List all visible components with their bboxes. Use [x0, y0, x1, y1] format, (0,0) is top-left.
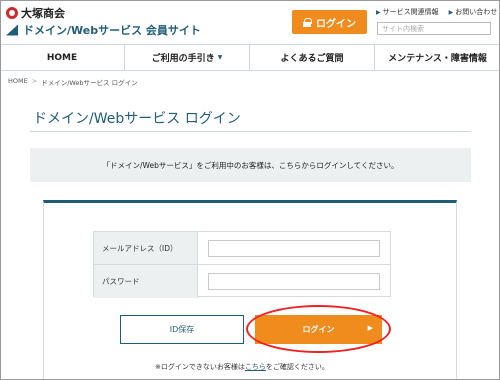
- nav-item-guide[interactable]: ご利用の手引き ▼: [125, 45, 250, 70]
- global-nav: HOME ご利用の手引き ▼ よくあるご質問 メンテナンス・障害情報: [0, 44, 500, 71]
- site-title: ドメイン/Webサービス 会員サイト: [23, 24, 201, 37]
- nav-item-faq[interactable]: よくあるご質問: [250, 45, 375, 70]
- breadcrumb-home[interactable]: HOME: [8, 77, 28, 87]
- header-login-label: ログイン: [316, 18, 356, 30]
- help-prefix: ※ログインできないお客様は: [155, 363, 245, 371]
- id-save-button[interactable]: ID保存: [120, 315, 244, 344]
- top-link-service-info[interactable]: ▶ サービス関連情報: [376, 7, 439, 17]
- breadcrumb: HOME > ドメイン/Webサービス ログイン: [8, 77, 138, 87]
- top-link-label: サービス関連情報: [382, 8, 439, 16]
- help-text: ※ログインできないお客様はこちらをご確認ください。: [155, 362, 329, 372]
- nav-label: よくあるご質問: [280, 54, 344, 64]
- login-notice: 「ドメイン/Webサービス」をご利用中のお客様は、こちらからログインしてください…: [30, 148, 471, 182]
- brand[interactable]: 大塚商会: [6, 5, 65, 21]
- help-link[interactable]: こちら: [245, 363, 266, 371]
- nav-label: ご利用の手引き: [151, 54, 215, 64]
- page-title: ドメイン/Webサービス ログイン: [33, 111, 241, 127]
- email-field[interactable]: [208, 239, 380, 257]
- arrow-right-icon: ▶: [448, 9, 454, 16]
- email-row: メールアドレス（ID）: [94, 232, 390, 265]
- top-links: ▶ サービス関連情報 ▶ お問い合わせ: [376, 7, 497, 17]
- company-logo-icon: [6, 7, 18, 19]
- login-form: メールアドレス（ID） パスワード: [93, 231, 391, 298]
- breadcrumb-separator: >: [31, 77, 38, 85]
- password-field[interactable]: [208, 273, 380, 290]
- nav-item-home[interactable]: HOME: [0, 45, 125, 70]
- password-label: パスワード: [94, 265, 198, 298]
- brand-name: 大塚商会: [21, 7, 65, 20]
- top-link-contact[interactable]: ▶ お問い合わせ: [449, 7, 498, 17]
- breadcrumb-current: ドメイン/Webサービス ログイン: [41, 79, 138, 87]
- login-button[interactable]: ログイン ▶: [255, 315, 382, 344]
- arrow-right-icon: ▶: [376, 9, 381, 16]
- password-row: パスワード: [94, 265, 390, 298]
- password-field-cell: [198, 265, 390, 298]
- lock-icon: [303, 17, 312, 27]
- chevron-right-icon: ▶: [367, 324, 373, 332]
- site-mark-icon: [6, 24, 18, 36]
- nav-label: メンテナンス・障害情報: [388, 54, 487, 64]
- site-title-row[interactable]: ドメイン/Webサービス 会員サイト: [6, 22, 201, 38]
- site-search-input[interactable]: [377, 22, 491, 35]
- chevron-down-icon: ▼: [217, 54, 223, 61]
- email-label: メールアドレス（ID）: [94, 232, 198, 264]
- nav-label: HOME: [46, 52, 78, 63]
- login-button-label: ログイン: [302, 325, 335, 334]
- site-header: 大塚商会 ドメイン/Webサービス 会員サイト ログイン ▶ サービス関連情報 ▶…: [0, 0, 500, 40]
- top-link-label: お問い合わせ: [455, 8, 498, 16]
- email-field-cell: [198, 232, 390, 264]
- title-divider: [30, 131, 471, 132]
- nav-item-maintenance[interactable]: メンテナンス・障害情報: [375, 45, 500, 70]
- help-suffix: をご確認ください。: [265, 363, 329, 371]
- header-login-button[interactable]: ログイン: [292, 10, 367, 34]
